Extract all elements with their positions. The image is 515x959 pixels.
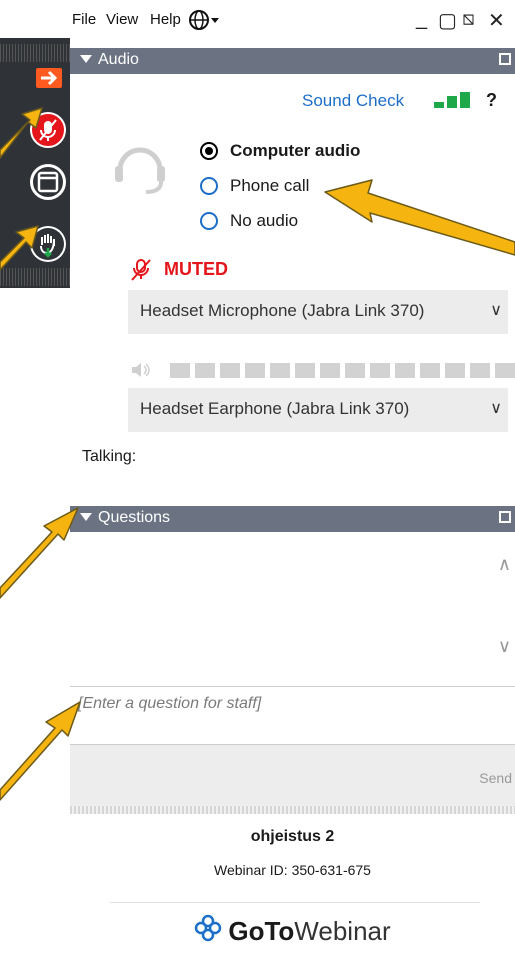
meter-segment [420,363,440,378]
computer-audio-radio[interactable] [200,142,218,160]
meter-segment [345,363,365,378]
phone-call-radio[interactable] [200,177,218,195]
arrow-to-question-input [0,701,81,801]
questions-panel-title: Questions [98,509,171,526]
questions-panel-header[interactable]: Questions [70,506,515,532]
maximize-button[interactable]: ▢ [438,8,457,33]
expand-arrow-icon[interactable] [36,68,62,88]
window-view-button[interactable] [30,164,66,200]
control-panel-window: File View Help _ ▢ ⧅ ✕ Audio Sound Check… [70,0,515,959]
footer-divider [110,902,480,903]
meter-segment [295,363,315,378]
brand-light: Webinar [294,916,391,946]
raise-hand-button[interactable] [30,226,66,262]
popout-icon[interactable] [499,511,511,523]
toolbar-grip-bottom[interactable] [0,268,70,286]
meter-segment [470,363,490,378]
toolbar-grip-top[interactable] [0,44,70,62]
popout-icon[interactable] [499,53,511,65]
speaker-select[interactable]: Headset Earphone (Jabra Link 370) ∨ [128,388,508,432]
phone-call-label[interactable]: Phone call [230,176,309,196]
microphone-select-value: Headset Microphone (Jabra Link 370) [140,301,425,320]
brand-bold: GoTo [228,916,295,946]
menu-file[interactable]: File [72,11,96,28]
meter-segment [220,363,240,378]
meter-segment [320,363,340,378]
webinar-footer: ohjeistus 2 Webinar ID: 350-631-675 GoTo… [70,814,515,959]
menu-view[interactable]: View [106,11,138,28]
talking-label: Talking: [82,448,137,465]
menu-bar: File View Help _ ▢ ⧅ ✕ [70,0,515,44]
meter-segment [170,363,190,378]
meter-segment [395,363,415,378]
collapse-triangle-icon[interactable] [80,55,92,63]
meter-segment [245,363,265,378]
meter-segment [445,363,465,378]
collapse-triangle-icon[interactable] [80,513,92,521]
meter-segment [195,363,215,378]
webinar-name: ohjeistus 2 [250,828,335,845]
computer-audio-label[interactable]: Computer audio [230,141,360,161]
send-button[interactable]: Send [479,770,512,786]
no-audio-label[interactable]: No audio [230,211,298,231]
muted-status: MUTED [164,259,228,279]
muted-microphone-icon [130,258,152,286]
close-button[interactable]: ✕ [488,8,505,33]
mute-microphone-button[interactable] [30,112,66,148]
question-input[interactable]: [Enter a question for staff] [70,686,515,745]
meter-segment [370,363,390,378]
resize-divider[interactable] [70,806,515,814]
speaker-select-value: Headset Earphone (Jabra Link 370) [140,399,410,418]
sound-check-link[interactable]: Sound Check [302,91,404,111]
webinar-id: Webinar ID: 350-631-675 [214,862,371,878]
chevron-down-icon: ∨ [490,400,502,417]
headset-icon [110,136,170,200]
scroll-up-icon[interactable]: ∧ [498,554,511,575]
scroll-down-icon[interactable]: ∨ [498,636,511,657]
microphone-select[interactable]: Headset Microphone (Jabra Link 370) ∨ [128,290,508,334]
speaker-volume-icon [130,362,152,382]
audio-help-icon[interactable]: ? [486,90,497,111]
menu-help[interactable]: Help [150,11,181,28]
meter-segment [495,363,515,378]
arrow-to-questions [0,507,79,599]
gotowebinar-flower-icon [194,914,222,949]
audio-panel-header[interactable]: Audio [70,48,515,74]
meter-segment [270,363,290,378]
speaker-level-meter [170,363,515,378]
question-input-placeholder: [Enter a question for staff] [78,695,262,712]
restore-button[interactable]: ⧅ [462,8,475,31]
questions-log: ∧ ∨ [70,532,515,686]
send-area: Send [70,744,515,807]
chevron-down-icon: ∨ [490,302,502,319]
signal-strength-icon [434,92,474,114]
language-globe-icon[interactable] [188,9,220,35]
floating-toolbar [0,38,70,288]
gotowebinar-logo: GoToWebinar [70,914,515,949]
no-audio-radio[interactable] [200,212,218,230]
audio-panel-title: Audio [98,51,139,68]
minimize-button[interactable]: _ [416,8,427,31]
